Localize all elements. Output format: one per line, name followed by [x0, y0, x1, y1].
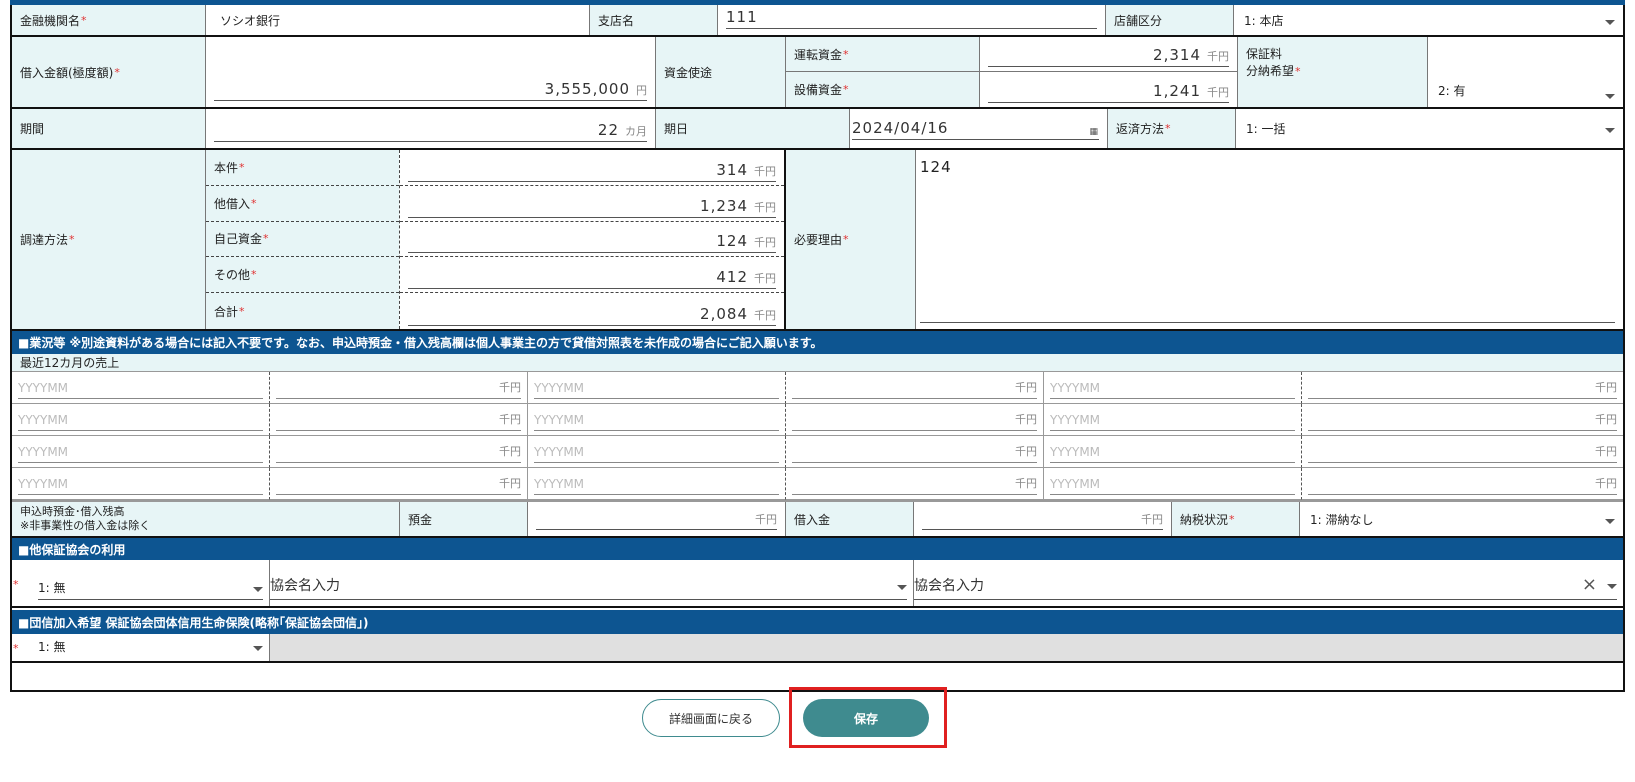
due-date-label: 期日 [656, 109, 850, 148]
calendar-icon[interactable]: ▦ [1089, 127, 1099, 137]
loan-amount-input[interactable]: 3,555,000 円 [206, 37, 656, 107]
working-capital-input[interactable]: 2,314 千円 [980, 37, 1237, 72]
purpose-values: 2,314 千円 1,241 千円 [980, 37, 1238, 107]
association-name-select-1[interactable]: 協会名入力 [270, 560, 914, 606]
sales-month-input[interactable]: YYYYMM [528, 468, 786, 500]
chevron-down-icon [1605, 19, 1615, 25]
chevron-down-icon [897, 584, 907, 590]
save-button[interactable]: 保存 [803, 699, 929, 737]
funding-item-values: 314 千円 1,234 千円 124 千円 412 千円 2,084 千円 [400, 150, 786, 329]
funding-label: 調達方法 * [12, 150, 206, 329]
sales-amount-input[interactable]: 千円 [786, 372, 1044, 404]
bank-label: 金融機関名 * [12, 5, 206, 35]
purpose-labels: 運転資金 * 設備資金 * [786, 37, 980, 107]
purpose-label: 資金使途 [656, 37, 786, 107]
other-association-header: ■他保証協会の利用 [12, 538, 1623, 560]
sales-month-input[interactable]: YYYYMM [528, 404, 786, 436]
due-date-input[interactable]: 2024/04/16 ▦ [850, 109, 1108, 148]
store-type-label: 店舗区分 [1106, 5, 1234, 35]
group-insurance-header: ■団信加入希望 保証協会団体信用生命保険(略称｢保証協会団信｣) [12, 610, 1623, 634]
bank-value[interactable]: ソシオ銀行 [206, 5, 590, 35]
group-insurance-select[interactable]: * 1: 無 [12, 634, 270, 661]
funding-input-own[interactable]: 124 千円 [400, 221, 784, 258]
funding-label-other-loan: 他借入 * [206, 185, 399, 222]
branch-input[interactable]: 111 [718, 5, 1106, 35]
funding-label-total: 合計 * [206, 293, 399, 329]
chevron-down-icon [1605, 94, 1615, 99]
sales-month-input[interactable]: YYYYMM [1044, 404, 1302, 436]
funding-input-main[interactable]: 314 千円 [400, 150, 784, 186]
sales-grid: YYYYMM 千円 YYYYMM 千円 YYYYMM 千円 YYYYMM 千円 … [12, 372, 1623, 501]
deposit-input[interactable]: 千円 [528, 502, 786, 536]
period-label: 期間 [12, 109, 206, 148]
association-name-select-2[interactable]: 協会名入力 × [914, 560, 1623, 606]
sales-amount-input[interactable]: 千円 [270, 436, 528, 468]
sales-label: 最近12カ月の売上 [12, 354, 1623, 372]
funding-input-misc[interactable]: 412 千円 [400, 257, 784, 294]
back-to-detail-button[interactable]: 詳細画面に戻る [642, 699, 780, 737]
deposit-label: 預金 [400, 502, 528, 536]
sales-month-input[interactable]: YYYYMM [12, 372, 270, 404]
funding-item-labels: 本件 * 他借入 * 自己資金 * その他 * 合計 * [206, 150, 400, 329]
sales-month-input[interactable]: YYYYMM [1044, 468, 1302, 500]
sales-amount-input[interactable]: 千円 [1302, 436, 1623, 468]
sales-amount-input[interactable]: 千円 [270, 372, 528, 404]
working-capital-label: 運転資金 * [786, 37, 979, 72]
loan-row: 借入金額(極度額) * 3,555,000 円 資金使途 運転資金 * 設備資金 * 2… [12, 37, 1623, 109]
funding-input-other-loan[interactable]: 1,234 千円 [400, 185, 784, 222]
period-input[interactable]: 22 カ月 [206, 109, 656, 148]
other-association-use-select[interactable]: * 1: 無 [12, 560, 270, 606]
sales-month-input[interactable]: YYYYMM [12, 468, 270, 500]
sales-amount-input[interactable]: 千円 [270, 468, 528, 500]
funding-block: 調達方法 * 本件 * 他借入 * 自己資金 * その他 * 合計 * 314 千円 1,23… [12, 150, 1623, 331]
tax-status-select[interactable]: 1: 滞納なし [1300, 502, 1623, 536]
funding-label-main: 本件 * [206, 150, 399, 186]
guarantee-installment-select[interactable]: 2: 有 [1428, 37, 1623, 107]
period-row: 期間 22 カ月 期日 2024/04/16 ▦ 返済方法 * 1: 一括 [12, 109, 1623, 150]
loan-amount-label: 借入金額(極度額) * [12, 37, 206, 107]
clear-icon[interactable]: × [1582, 574, 1597, 595]
chevron-down-icon [1605, 518, 1615, 524]
repay-method-select[interactable]: 1: 一括 [1236, 109, 1623, 148]
funding-label-misc: その他 * [206, 257, 399, 294]
store-type-select[interactable]: 1: 本店 [1234, 5, 1623, 35]
funding-input-total: 2,084 千円 [400, 293, 784, 329]
balance-label: 申込時預金･借入残高 ※非事業性の借入金は除く [12, 502, 400, 536]
sales-amount-input[interactable]: 千円 [270, 404, 528, 436]
equipment-capital-input[interactable]: 1,241 千円 [980, 72, 1237, 107]
sales-month-input[interactable]: YYYYMM [12, 436, 270, 468]
sales-month-input[interactable]: YYYYMM [1044, 436, 1302, 468]
sales-month-input[interactable]: YYYYMM [528, 436, 786, 468]
equipment-capital-label: 設備資金 * [786, 72, 979, 107]
chevron-down-icon [253, 587, 263, 592]
sales-month-input[interactable]: YYYYMM [1044, 372, 1302, 404]
sales-amount-input[interactable]: 千円 [1302, 404, 1623, 436]
chevron-down-icon [1607, 584, 1617, 589]
sales-month-input[interactable]: YYYYMM [12, 404, 270, 436]
balance-row: 申込時預金･借入残高 ※非事業性の借入金は除く 預金 千円 借入金 千円 納税状況… [12, 501, 1623, 538]
sales-amount-input[interactable]: 千円 [1302, 372, 1623, 404]
repay-method-label: 返済方法 * [1108, 109, 1236, 148]
sales-amount-input[interactable]: 千円 [786, 404, 1044, 436]
borrow-label: 借入金 [786, 502, 914, 536]
sales-amount-input[interactable]: 千円 [786, 436, 1044, 468]
chevron-down-icon [253, 646, 263, 651]
group-insurance-row: * 1: 無 [12, 634, 1623, 663]
chevron-down-icon [1605, 128, 1615, 133]
guarantee-installment-label: 保証料 分納希望* [1238, 37, 1428, 107]
sales-month-input[interactable]: YYYYMM [528, 372, 786, 404]
borrow-input[interactable]: 千円 [914, 502, 1172, 536]
funding-label-own: 自己資金 * [206, 221, 399, 258]
business-section-header: ■業況等 ※別途資料がある場合には記入不要です。なお、申込時預金・借入残高欄は個… [12, 331, 1623, 354]
reason-label: 必要理由 * [786, 150, 916, 329]
group-insurance-disabled-area [270, 634, 1623, 661]
sales-amount-input[interactable]: 千円 [786, 468, 1044, 500]
other-association-row: * 1: 無 協会名入力 協会名入力 × [12, 560, 1623, 608]
bank-row: 金融機関名 * ソシオ銀行 支店名 111 店舗区分 1: 本店 [12, 5, 1623, 37]
sales-amount-input[interactable]: 千円 [1302, 468, 1623, 500]
tax-status-label: 納税状況 * [1172, 502, 1300, 536]
reason-textarea[interactable]: 124 [916, 150, 1623, 329]
branch-label: 支店名 [590, 5, 718, 35]
